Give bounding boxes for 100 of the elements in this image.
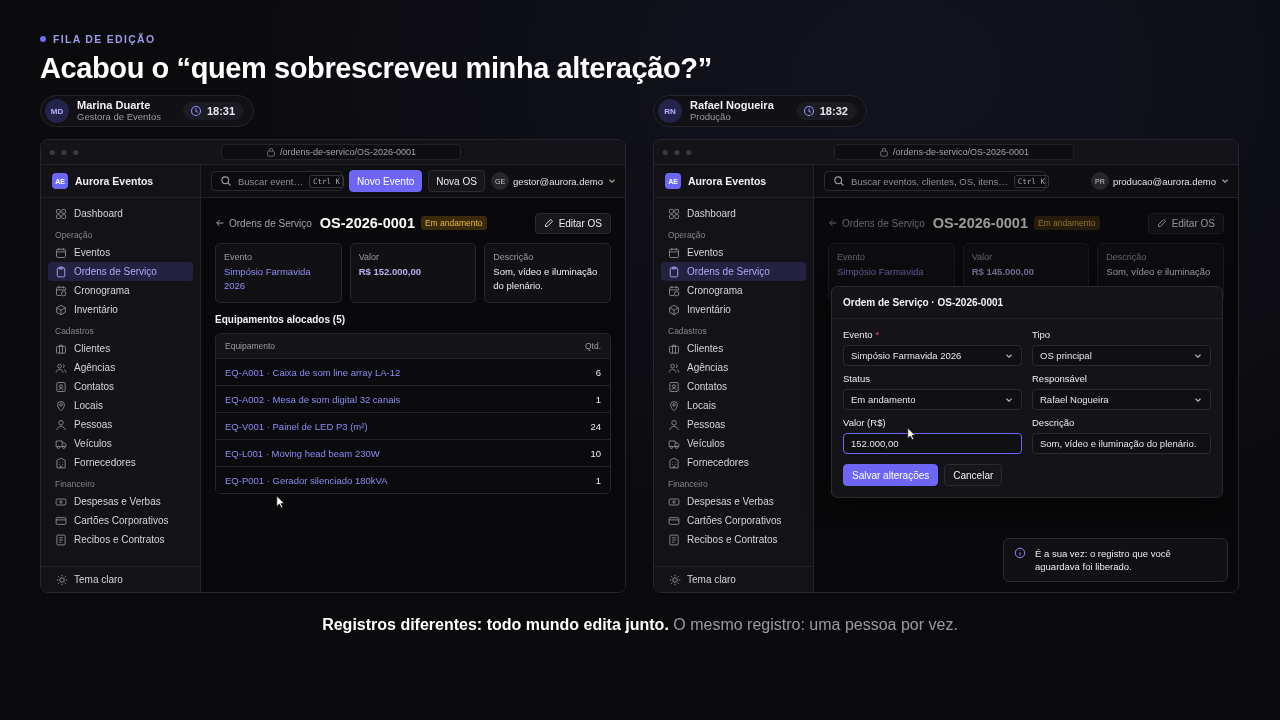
status-badge: Em andamento — [420, 216, 487, 230]
edit-button[interactable]: Editar OS — [534, 212, 611, 234]
sidebar-item[interactable]: Locais — [661, 396, 806, 415]
sidebar-item[interactable]: Despesas e Verbas — [48, 492, 193, 511]
sidebar-item[interactable]: Eventos — [661, 243, 806, 262]
sidebar-item[interactable]: Ordens de Serviço — [661, 262, 806, 281]
pencil-icon — [1156, 218, 1167, 228]
theme-toggle[interactable]: Tema claro — [654, 566, 813, 592]
select-field[interactable]: OS principal — [1032, 345, 1211, 366]
sidebar-item[interactable]: Inventário — [661, 300, 806, 319]
sidebar-group-label: Cadastros — [667, 325, 708, 338]
sidebar-item[interactable]: Clientes — [661, 339, 806, 358]
card-value: Som, vídeo e iluminação — [1106, 265, 1212, 279]
calendar-clock-icon — [55, 284, 67, 297]
brand-name: Aurora Eventos — [688, 175, 767, 187]
card-value[interactable]: Simpósio Farmavida 2026 — [224, 265, 333, 293]
time-chip: 18:31 — [182, 102, 245, 120]
action-button[interactable]: Nova OS — [428, 170, 485, 192]
sidebar-item[interactable]: Inventário — [48, 300, 193, 319]
sidebar-group-label: Financeiro — [667, 478, 709, 491]
select-field[interactable]: Em andamento — [843, 389, 1022, 410]
sidebar-item[interactable]: Recibos e Contratos — [661, 530, 806, 549]
sidebar-item[interactable]: Dashboard — [48, 204, 193, 223]
select-field[interactable]: Simpósio Farmavida 2026 — [843, 345, 1022, 366]
sidebar-item[interactable]: Despesas e Verbas — [661, 492, 806, 511]
equipment-link[interactable]: EQ-L001 · Moving head beam 230W — [225, 447, 380, 459]
sidebar-item[interactable]: Eventos — [48, 243, 193, 262]
address-bar[interactable]: /ordens-de-servico/OS-2026-0001 — [221, 144, 461, 160]
equipment-link[interactable]: EQ-V001 · Painel de LED P3 (m²) — [225, 420, 368, 432]
toast-message: É a sua vez: o registro que você aguardava foi liberado. — [1035, 547, 1172, 573]
input-field[interactable]: 152.000,00 — [843, 433, 1022, 454]
sidebar-item[interactable]: Fornecedores — [48, 453, 193, 472]
back-link[interactable]: Ordens de Serviço — [828, 217, 925, 229]
field-label: Tipo — [1032, 329, 1051, 340]
equipment-link[interactable]: EQ-A001 · Caixa de som line array LA-12 — [225, 366, 401, 378]
briefcase-icon — [668, 342, 680, 355]
contact-card-icon — [668, 380, 680, 393]
user-name: Marina Duarte — [77, 99, 152, 111]
sidebar-item[interactable]: Cartões Corporativos — [661, 511, 806, 530]
lock-icon — [265, 147, 276, 157]
sidebar-item[interactable]: Locais — [48, 396, 193, 415]
card-label: Evento — [224, 252, 254, 262]
sun-icon — [56, 573, 68, 586]
quantity-cell: 10 — [590, 447, 601, 459]
cancel-button[interactable]: Cancelar — [944, 464, 1003, 486]
person-icon — [668, 418, 680, 431]
sidebar-item[interactable]: Ordens de Serviço — [48, 262, 193, 281]
sidebar-item[interactable]: Pessoas — [661, 415, 806, 434]
card-value: Som, vídeo e iluminação do plenário. — [493, 265, 599, 293]
sidebar-item[interactable]: Cronograma — [48, 281, 193, 300]
user-name: Rafael Nogueira — [690, 99, 774, 111]
location-pin-icon — [668, 399, 680, 412]
equipment-link[interactable]: EQ-P001 · Gerador silenciado 180kVA — [225, 474, 388, 486]
card-label: Descrição — [493, 252, 535, 262]
mouse-cursor-icon — [276, 495, 285, 509]
calendar-icon — [668, 246, 680, 259]
sidebar-item[interactable]: Cronograma — [661, 281, 806, 300]
save-button[interactable]: Salvar alterações — [843, 464, 939, 486]
lock-icon — [878, 147, 889, 157]
sidebar-item[interactable]: Cartões Corporativos — [48, 511, 193, 530]
back-link[interactable]: Ordens de Serviço — [215, 217, 312, 229]
card-label: Evento — [837, 252, 867, 262]
sidebar-item[interactable]: Agências — [48, 358, 193, 377]
card-value: R$ 145.000,00 — [971, 265, 1035, 279]
select-field[interactable]: Rafael Nogueira — [1032, 389, 1211, 410]
banknote-icon — [55, 495, 67, 508]
equipment-link[interactable]: EQ-A002 · Mesa de som digital 32 canais — [225, 393, 401, 405]
user-role: Gestora de Eventos — [77, 111, 161, 123]
user-avatar: RN — [658, 99, 682, 123]
people-icon — [668, 361, 680, 374]
banknote-icon — [668, 495, 680, 508]
bullet-dot-icon — [40, 36, 46, 42]
receipt-icon — [55, 533, 67, 546]
eyebrow-label: FILA DE EDIÇÃO — [53, 33, 156, 45]
sun-icon — [669, 573, 681, 586]
sidebar-item[interactable]: Dashboard — [661, 204, 806, 223]
account-email[interactable]: producao@aurora.demo — [1112, 175, 1216, 187]
sidebar-item[interactable]: Agências — [661, 358, 806, 377]
action-button[interactable]: Novo Evento — [349, 170, 423, 192]
sidebar-group-label: Financeiro — [54, 478, 96, 491]
edit-button[interactable]: Editar OS — [1147, 212, 1224, 234]
account-email[interactable]: gestor@aurora.demo — [513, 175, 603, 187]
truck-icon — [668, 437, 680, 450]
grid-icon — [55, 207, 67, 220]
theme-toggle[interactable]: Tema claro — [41, 566, 200, 592]
sidebar-item[interactable]: Veículos — [48, 434, 193, 453]
sidebar-item[interactable]: Veículos — [661, 434, 806, 453]
sidebar-item[interactable]: Clientes — [48, 339, 193, 358]
arrow-left-icon — [828, 218, 838, 228]
arrow-left-icon — [215, 218, 225, 228]
sidebar-item[interactable]: Contatos — [661, 377, 806, 396]
sidebar-item[interactable]: Contatos — [48, 377, 193, 396]
input-field[interactable]: Som, vídeo e iluminação do plenário. — [1032, 433, 1211, 454]
sidebar-item[interactable]: Fornecedores — [661, 453, 806, 472]
sidebar-item[interactable]: Pessoas — [48, 415, 193, 434]
time-chip: 18:32 — [795, 102, 857, 120]
location-pin-icon — [55, 399, 67, 412]
sidebar-item[interactable]: Recibos e Contratos — [48, 530, 193, 549]
mouse-cursor-icon — [907, 427, 916, 441]
address-bar[interactable]: /ordens-de-servico/OS-2026-0001 — [834, 144, 1074, 160]
